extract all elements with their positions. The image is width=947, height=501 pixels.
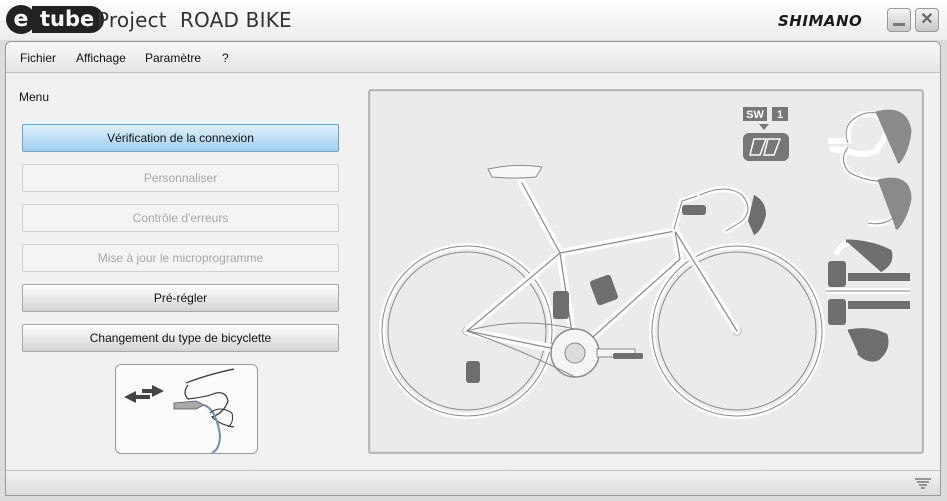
connection-check-button[interactable]: Vérification de la connexion bbox=[22, 124, 339, 152]
sw-label: SW bbox=[746, 109, 764, 121]
bike-diagram-panel: SW 1 bbox=[368, 89, 924, 454]
road-bike-diagram: SW 1 bbox=[379, 107, 912, 419]
logo-tube-text: tube bbox=[32, 6, 105, 33]
etube-logo: e tube bbox=[6, 5, 105, 34]
menu-help[interactable]: ? bbox=[222, 51, 229, 65]
close-icon: ✕ bbox=[920, 11, 934, 28]
content-area: Menu Vérification de la connexion Person… bbox=[6, 74, 940, 469]
brand-logo: SHIMANO bbox=[778, 12, 863, 30]
main-window: Fichier Affichage Paramètre ? Menu Vérif… bbox=[5, 41, 941, 496]
menu-parametre[interactable]: Paramètre bbox=[145, 51, 201, 65]
firmware-update-button[interactable]: Mise à jour le microprogramme bbox=[22, 244, 339, 272]
connection-hint-illustration bbox=[115, 364, 258, 454]
drop-handlebar-icons bbox=[828, 109, 912, 231]
status-bar bbox=[6, 470, 940, 495]
customize-button[interactable]: Personnaliser bbox=[22, 164, 339, 192]
preset-button[interactable]: Pré-régler bbox=[22, 284, 339, 312]
plug-cable-icon bbox=[124, 368, 235, 454]
junction-sw-icon: SW 1 bbox=[743, 107, 789, 161]
menu-heading: Menu bbox=[19, 90, 50, 104]
menu-affichage[interactable]: Affichage bbox=[76, 51, 126, 65]
title-bar: e tube Project ROAD BIKE SHIMANO ✕ bbox=[0, 0, 947, 40]
app-title: Project ROAD BIKE bbox=[97, 8, 292, 32]
sw-number: 1 bbox=[777, 109, 783, 121]
change-bike-type-button[interactable]: Changement du type de bicyclette bbox=[22, 324, 339, 352]
close-button[interactable]: ✕ bbox=[915, 8, 939, 32]
menu-bar: Fichier Affichage Paramètre ? bbox=[6, 42, 940, 73]
minimize-button[interactable] bbox=[887, 8, 911, 32]
bar-end-shifter-icons bbox=[826, 239, 910, 362]
menu-fichier[interactable]: Fichier bbox=[20, 51, 56, 65]
resize-grip-icon[interactable] bbox=[914, 477, 932, 489]
error-check-button[interactable]: Contrôle d'erreurs bbox=[22, 204, 339, 232]
